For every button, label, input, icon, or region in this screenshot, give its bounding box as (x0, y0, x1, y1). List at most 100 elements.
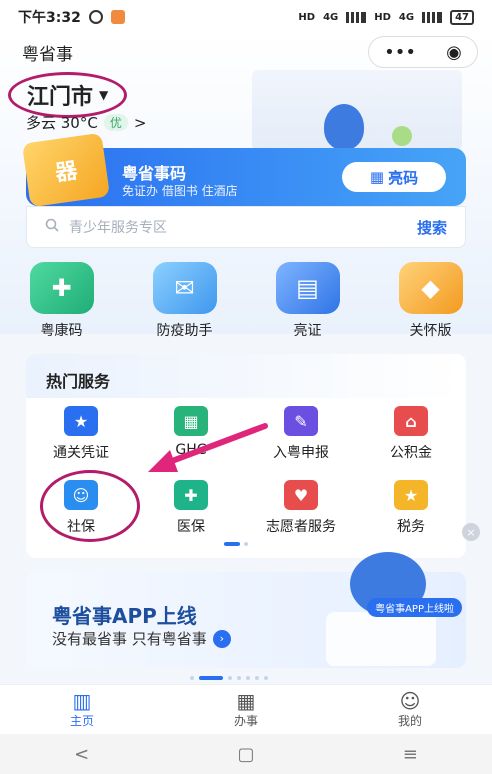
service-label: 公积金 (390, 445, 432, 461)
search-bar[interactable]: 青少年服务专区 搜索 (26, 206, 466, 248)
tax-icon: ★ (394, 480, 428, 510)
show-code-label: 亮码 (388, 168, 419, 187)
annotation-circle (40, 470, 140, 542)
status-bar: 下午3:32 HD 4G HD 4G 47 (0, 0, 492, 34)
air-quality-badge: 优 (103, 114, 128, 131)
app-launch-banner[interactable]: 粤省事APP上线啦 粤省事APP上线 没有最省事 只有粤省事 › (26, 552, 466, 668)
app-title: 粤省事 (22, 45, 73, 65)
pager-dot-active (199, 676, 223, 680)
mascot-illustration (324, 104, 364, 150)
bottom-tab-bar: ▥ 主页 ▦ 办事 ☺ 我的 (0, 684, 492, 734)
pager-dot (228, 676, 232, 680)
code-card-icon: 器 (21, 132, 111, 208)
pager-dot (264, 676, 268, 680)
health-code-icon: ✚ (29, 262, 94, 314)
service-label: 医保 (177, 519, 205, 535)
tab-services[interactable]: ▦ 办事 (196, 690, 296, 729)
hd-label-1: HD (298, 11, 316, 23)
city-name: 江门市 (27, 85, 94, 110)
signal-icon (346, 11, 367, 23)
code-card-subtitle: 免证办 借图书 住酒店 (122, 184, 238, 198)
service-label: 志愿者服务 (266, 519, 336, 535)
qr-icon: ▦ (369, 168, 385, 186)
home-button-icon[interactable]: ▢ (237, 744, 254, 765)
services-pager (224, 542, 248, 546)
quick-action-label: 防疫助手 (156, 323, 213, 339)
quick-action-label: 粤康码 (40, 323, 83, 339)
tab-label: 主页 (69, 714, 94, 728)
id-card-icon: ▤ (275, 262, 340, 314)
quick-action-care-mode[interactable]: ◆ 关怀版 (386, 262, 476, 342)
hd-label-2: HD (374, 11, 391, 23)
code-card-title: 粤省事码 (122, 164, 187, 183)
search-icon (45, 218, 59, 236)
tab-label: 办事 (233, 714, 258, 728)
quick-action-epidemic-helper[interactable]: ✉ 防疫助手 (140, 262, 230, 342)
banner-pager (190, 676, 268, 680)
mini-program-capsule: ••• ◉ (368, 36, 478, 68)
chevron-right-icon: > (133, 113, 147, 132)
target-icon[interactable]: ◉ (446, 42, 462, 63)
service-housing-fund[interactable]: ⌂ 公积金 (356, 406, 466, 462)
annotation-arrow (148, 423, 268, 472)
back-icon[interactable]: < (74, 744, 89, 765)
pager-dot (246, 676, 250, 680)
more-icon[interactable]: ••• (384, 42, 416, 63)
arrow-right-icon: › (212, 629, 231, 648)
show-code-button[interactable]: ▦ 亮码 (342, 162, 446, 192)
banner-title: 粤省事APP上线 (52, 604, 197, 628)
weather-text: 多云 30°C (26, 114, 98, 132)
pager-dot (255, 676, 259, 680)
caret-down-icon: ▼ (99, 88, 109, 102)
status-time: 下午3:32 (18, 10, 81, 26)
network-label-2: 4G (398, 11, 415, 23)
search-placeholder: 青少年服务专区 (69, 220, 167, 236)
weather-info[interactable]: 多云 30°C 优 > (26, 112, 146, 133)
tab-label: 我的 (397, 714, 422, 728)
service-volunteer[interactable]: ♥ 志愿者服务 (246, 480, 356, 536)
pager-dot (244, 542, 248, 546)
pager-dot (190, 676, 194, 680)
housing-fund-icon: ⌂ (394, 406, 428, 436)
quick-action-id-card[interactable]: ▤ 亮证 (263, 262, 353, 342)
app-notification-icon (110, 10, 125, 24)
signal-icon-2 (422, 11, 443, 23)
battery-icon: 47 (450, 9, 474, 25)
quick-action-label: 关怀版 (409, 323, 452, 339)
hot-services-title: 热门服务 (46, 372, 111, 391)
alarm-icon (88, 10, 103, 24)
profile-icon: ☺ (399, 689, 421, 713)
service-customs-pass[interactable]: ★ 通关凭证 (26, 406, 136, 462)
service-medical-insurance[interactable]: ✚ 医保 (136, 480, 246, 536)
tree-illustration (392, 126, 412, 146)
system-nav-bar: < ▢ ≡ (0, 734, 492, 774)
quick-action-health-code[interactable]: ✚ 粤康码 (17, 262, 107, 342)
entry-report-icon: ✎ (284, 406, 318, 436)
service-tax[interactable]: ★ 税务 (356, 480, 466, 536)
pager-dot (237, 676, 241, 680)
volunteer-icon: ♥ (284, 480, 318, 510)
medical-insurance-icon: ✚ (174, 480, 208, 510)
search-button[interactable]: 搜索 (417, 217, 447, 238)
tab-profile[interactable]: ☺ 我的 (360, 690, 460, 729)
service-label: 入粤申报 (273, 445, 329, 461)
banner-subtitle: 没有最省事 只有粤省事 (52, 630, 207, 648)
customs-pass-icon: ★ (64, 406, 98, 436)
phone-illustration (326, 612, 436, 666)
network-label-1: 4G (323, 11, 339, 23)
home-icon: ▥ (72, 689, 92, 713)
menu-icon[interactable]: ≡ (403, 744, 418, 765)
banner-subtitle-row: 没有最省事 只有粤省事 › (52, 628, 231, 649)
service-label: 通关凭证 (53, 445, 109, 461)
tab-home[interactable]: ▥ 主页 (32, 690, 132, 729)
status-right: HD 4G HD 4G 47 (298, 9, 474, 25)
banner-pill: 粤省事APP上线啦 (367, 598, 462, 617)
epidemic-helper-icon: ✉ (152, 262, 217, 314)
care-gift-icon: ◆ (398, 262, 463, 314)
service-label: 税务 (397, 519, 425, 535)
quick-action-label: 亮证 (293, 323, 322, 339)
pager-dot-active (224, 542, 240, 546)
calendar-icon: ▦ (236, 689, 256, 713)
close-icon[interactable]: × (462, 523, 480, 541)
quick-actions: ✚ 粤康码 ✉ 防疫助手 ▤ 亮证 ◆ 关怀版 (0, 262, 492, 342)
